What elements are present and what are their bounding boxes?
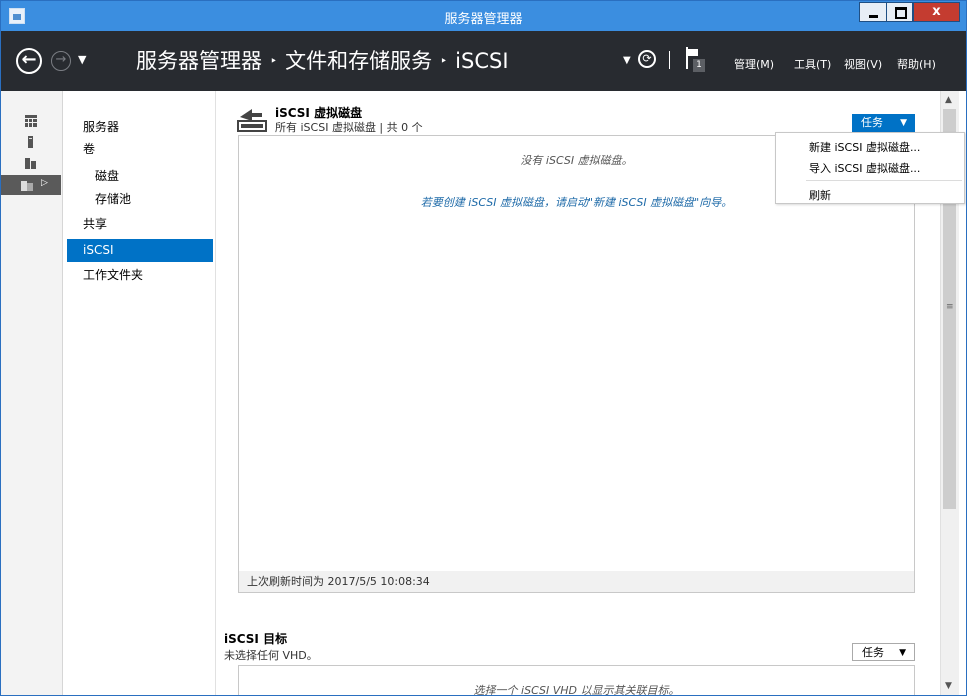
menu-item-import-virtual-disk[interactable]: 导入 iSCSI 虚拟磁盘... [809, 160, 920, 176]
scroll-down-icon[interactable]: ▼ [945, 681, 952, 691]
title-bar: 服务器管理器 x [1, 1, 966, 31]
menu-item-new-virtual-disk[interactable]: 新建 iSCSI 虚拟磁盘... [809, 139, 920, 155]
history-dropdown-icon[interactable]: ▼ [78, 53, 86, 66]
subnav-item-storage-pools[interactable]: 存储池 [67, 188, 213, 211]
sub-navigation: 服务器 卷 磁盘 存储池 共享 iSCSI 工作文件夹 [63, 91, 216, 695]
grip-icon: ≡ [946, 302, 954, 312]
tasks-dropdown-menu: 新建 iSCSI 虚拟磁盘... 导入 iSCSI 虚拟磁盘... 刷新 [775, 132, 965, 204]
subnav-item-work-folders[interactable]: 工作文件夹 [67, 264, 213, 287]
breadcrumb-item[interactable]: 服务器管理器 [136, 49, 262, 73]
tasks-button[interactable]: 任务 ▼ [852, 114, 915, 132]
breadcrumb-separator-icon: ‣ [270, 54, 278, 68]
menu-manage[interactable]: 管理(M) [734, 56, 774, 72]
rail-file-storage[interactable]: ▷ [1, 175, 61, 195]
menu-view[interactable]: 视图(V) [844, 56, 882, 72]
menu-item-refresh[interactable]: 刷新 [809, 187, 831, 203]
notifications-flag-icon[interactable]: 1 [684, 47, 706, 73]
notification-count-badge: 1 [693, 59, 705, 72]
scroll-up-icon[interactable]: ▲ [945, 95, 952, 105]
icon-rail: ▷ [1, 91, 63, 695]
close-button[interactable]: x [913, 2, 960, 22]
divider [669, 51, 670, 69]
targets-panel: 选择一个 iSCSI VHD 以显示其关联目标。 [238, 665, 915, 696]
targets-empty-message: 选择一个 iSCSI VHD 以显示其关联目标。 [473, 684, 680, 696]
all-servers-icon [25, 158, 36, 169]
menu-tools[interactable]: 工具(T) [794, 56, 831, 72]
section-subtitle: 所有 iSCSI 虚拟磁盘 | 共 0 个 [275, 121, 423, 134]
maximize-button[interactable] [886, 2, 913, 22]
window-title: 服务器管理器 [444, 12, 523, 27]
tasks-label: 任务 [862, 646, 884, 659]
rail-dashboard[interactable] [1, 111, 61, 131]
subnav-item-servers[interactable]: 服务器 [67, 116, 213, 139]
expand-arrow-icon: ▷ [41, 178, 48, 188]
server-manager-window: 服务器管理器 x ← → ▼ 服务器管理器 ‣ 文件和存储服务 ‣ iSCSI ▼ ⟳ … [0, 0, 967, 696]
rail-local-server[interactable] [1, 132, 61, 152]
breadcrumb-item[interactable]: 文件和存储服务 [285, 49, 432, 73]
file-storage-icon [21, 181, 33, 191]
subnav-item-shares[interactable]: 共享 [67, 213, 213, 236]
dashboard-icon [25, 115, 37, 127]
flag-cloth [688, 49, 698, 56]
chevron-down-icon: ▼ [899, 648, 906, 658]
virtual-disk-icon [237, 109, 267, 132]
menu-separator [806, 180, 962, 181]
navigation-bar: ← → ▼ 服务器管理器 ‣ 文件和存储服务 ‣ iSCSI ▼ ⟳ 1 管理(M) 工… [1, 31, 966, 91]
breadcrumb-dropdown-icon[interactable]: ▼ [623, 55, 631, 66]
subnav-item-volumes[interactable]: 卷 [67, 138, 213, 161]
subnav-item-disks[interactable]: 磁盘 [67, 165, 213, 188]
back-button[interactable]: ← [16, 48, 42, 74]
menu-help[interactable]: 帮助(H) [897, 56, 936, 72]
last-refresh-status: 上次刷新时间为 2017/5/5 10:08:34 [239, 571, 914, 592]
targets-tasks-button[interactable]: 任务 ▼ [852, 643, 915, 661]
chevron-down-icon: ▼ [900, 118, 907, 128]
breadcrumb-item[interactable]: iSCSI [455, 49, 508, 73]
breadcrumb: 服务器管理器 ‣ 文件和存储服务 ‣ iSCSI [136, 45, 509, 75]
rail-all-servers[interactable] [1, 153, 61, 173]
breadcrumb-separator-icon: ‣ [440, 54, 448, 68]
forward-button[interactable]: → [51, 51, 71, 71]
minimize-button[interactable] [859, 2, 887, 22]
tasks-label: 任务 [861, 116, 883, 129]
subnav-item-iscsi[interactable]: iSCSI [67, 239, 213, 262]
targets-section-title: iSCSI 目标 [224, 632, 288, 646]
refresh-icon[interactable]: ⟳ [638, 50, 656, 68]
local-server-icon [28, 136, 33, 148]
targets-section-subtitle: 未选择任何 VHD。 [224, 649, 318, 662]
